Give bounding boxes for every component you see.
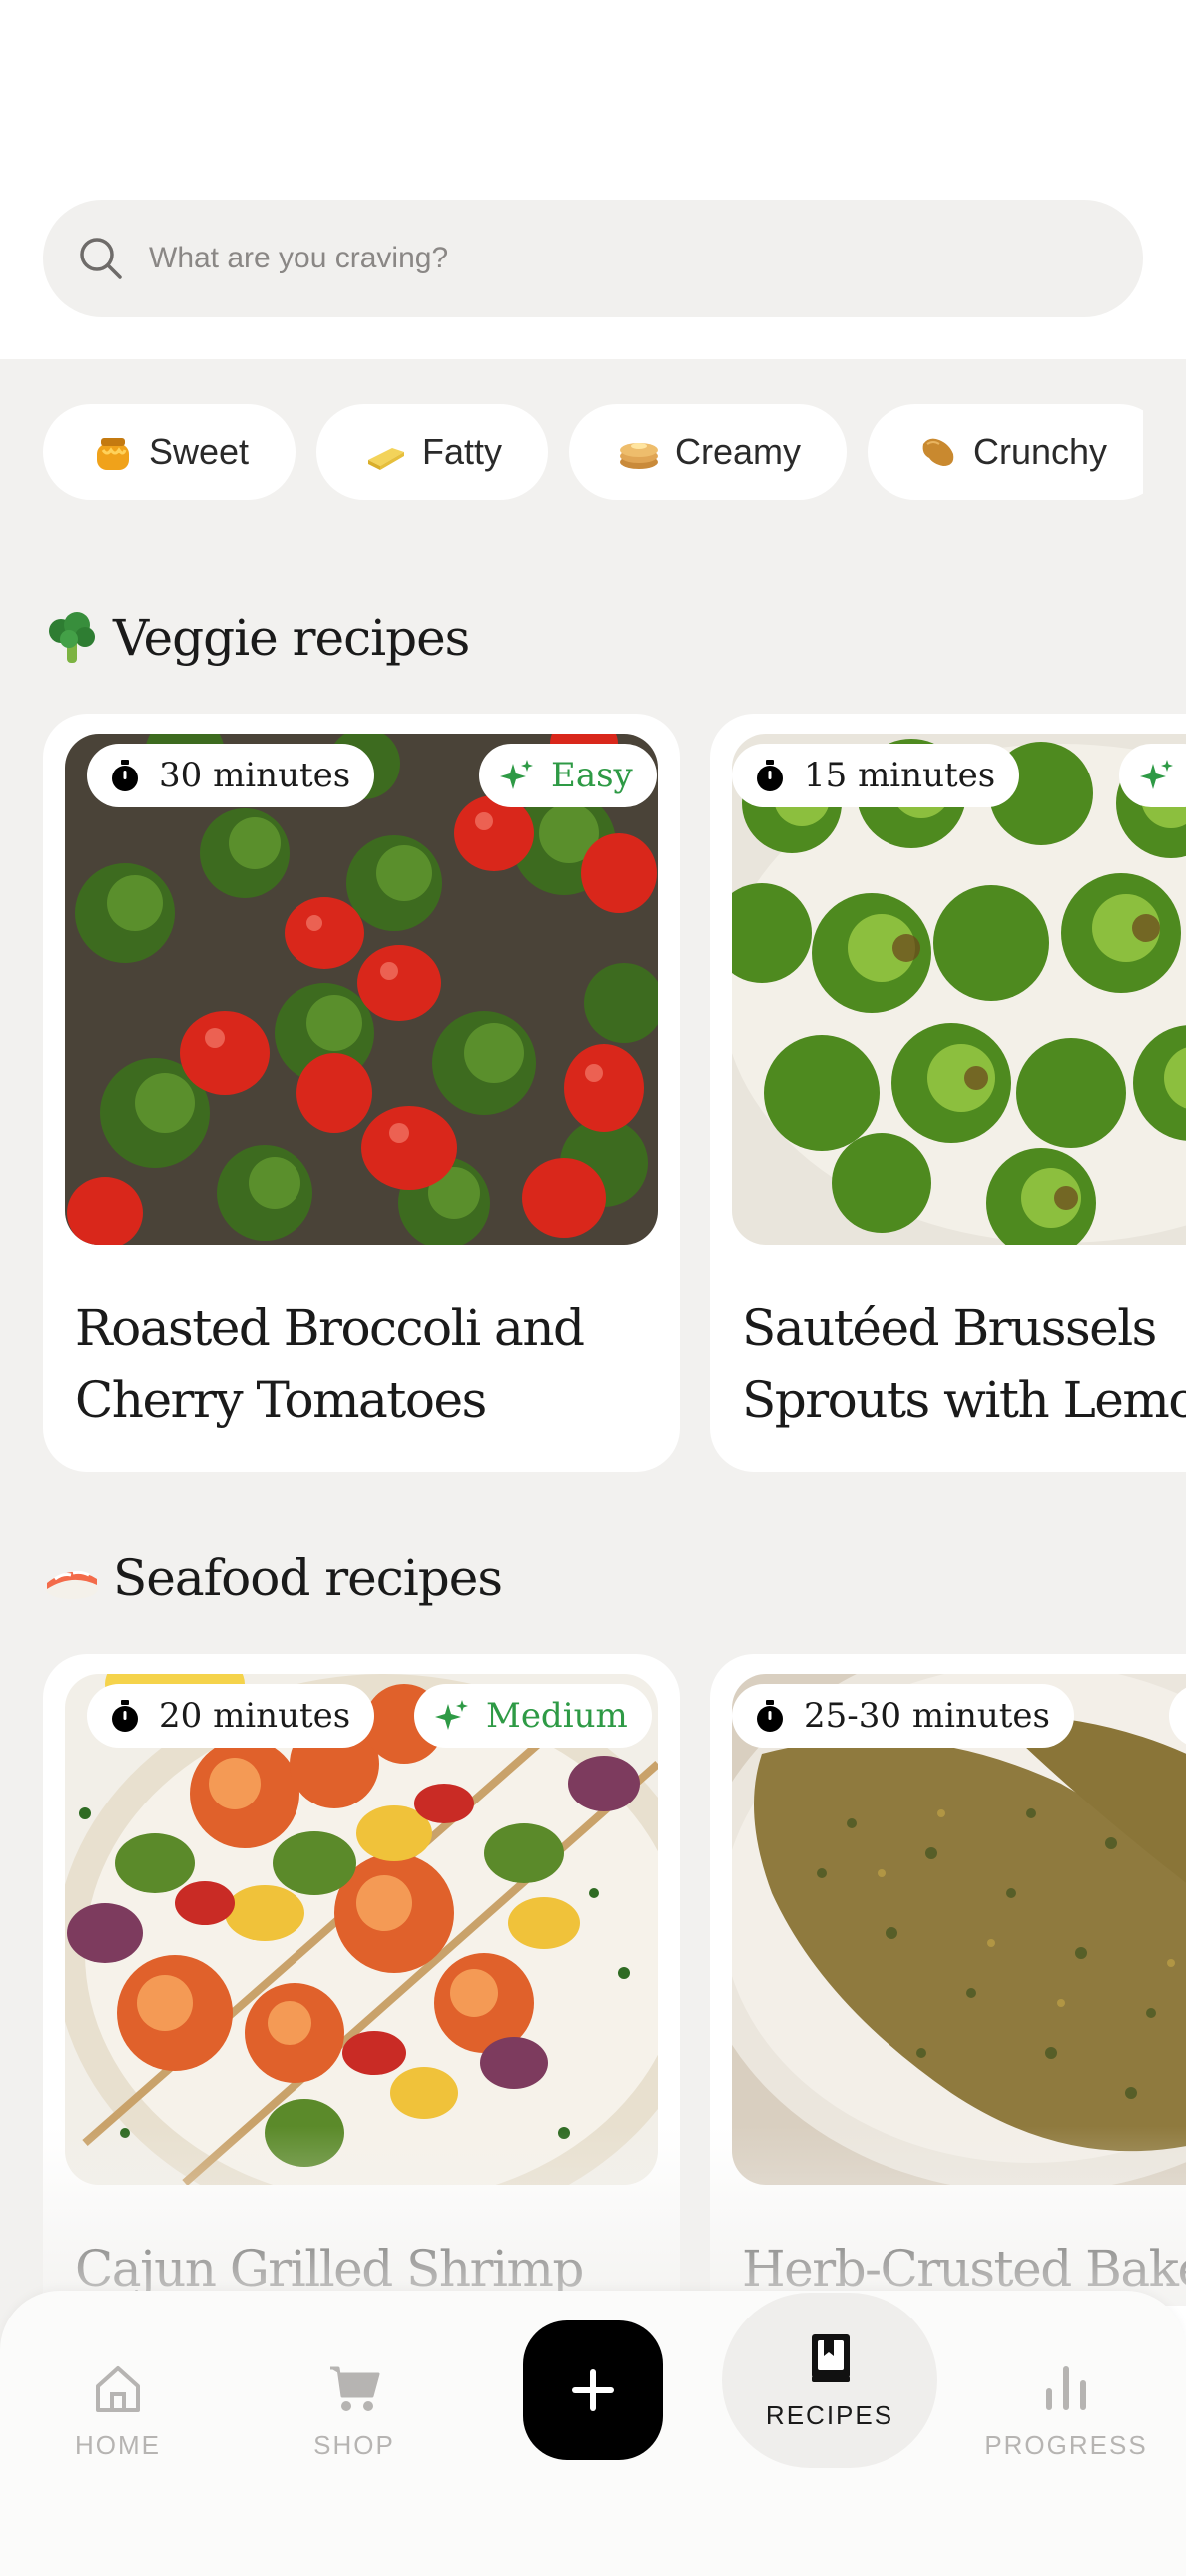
- nav-label: SHOP: [313, 2429, 395, 2460]
- sparkle-icon: [500, 760, 533, 789]
- chip-crunchy[interactable]: Crunchy: [868, 404, 1143, 500]
- nav-shop[interactable]: SHOP: [255, 2340, 454, 2480]
- filter-chips: Sweet Fatty Creamy Crunchy: [43, 404, 1143, 500]
- section-title-text: Veggie recipes: [113, 609, 470, 667]
- nav-home[interactable]: HOME: [18, 2340, 218, 2480]
- honey-pot-icon: [97, 438, 129, 470]
- chip-label: Creamy: [675, 431, 802, 472]
- sushi-icon: [46, 1570, 98, 1599]
- chip-creamy[interactable]: Creamy: [569, 404, 847, 500]
- difficulty-text: Medium: [486, 1696, 628, 1736]
- recipe-book-icon: [812, 2333, 850, 2382]
- butter-icon: [368, 448, 404, 470]
- recipe-photo: [65, 1674, 658, 2185]
- nav-label: HOME: [75, 2429, 161, 2460]
- section-title-text: Seafood recipes: [113, 1549, 503, 1607]
- home-icon: [96, 2365, 140, 2412]
- difficulty-text: Easy: [551, 756, 633, 795]
- bottom-nav: HOME SHOP RECIPES PROGRESS: [0, 2291, 1186, 2576]
- recipe-name: Sautéed Brussels Sprouts with Lemo: [742, 1292, 1186, 1436]
- bar-chart-icon: [1046, 2365, 1086, 2410]
- chip-label: Crunchy: [973, 431, 1108, 472]
- veggie-recipe-row: 30 minutes Easy Roasted Broccoli and Che…: [43, 714, 1186, 1492]
- recipe-card[interactable]: 30 minutes Easy Roasted Broccoli and Che…: [43, 714, 680, 1472]
- section-title-veggie: Veggie recipes: [43, 609, 470, 667]
- peanut-icon: [922, 438, 954, 466]
- stopwatch-icon: [112, 760, 138, 791]
- add-button[interactable]: [523, 2320, 663, 2460]
- recipe-photo: [65, 734, 658, 1245]
- time-text: 15 minutes: [804, 756, 996, 795]
- time-text: 30 minutes: [159, 756, 351, 795]
- plus-icon: [572, 2369, 614, 2411]
- time-badge: 25-30 minutes: [732, 1684, 1074, 1748]
- difficulty-badge: Easy: [479, 744, 657, 807]
- stopwatch-icon: [112, 1700, 138, 1732]
- sparkle-icon: [1140, 760, 1173, 789]
- recipe-name-line: Roasted Broccoli and: [75, 1299, 585, 1357]
- nav-label: RECIPES: [765, 2399, 894, 2430]
- search-bar[interactable]: [43, 200, 1143, 317]
- recipe-name-line: Cherry Tomatoes: [75, 1371, 487, 1429]
- chip-fatty[interactable]: Fatty: [316, 404, 548, 500]
- nav-progress[interactable]: PROGRESS: [966, 2340, 1166, 2480]
- time-text: 25-30 minutes: [804, 1696, 1050, 1736]
- time-badge: 20 minutes: [87, 1684, 375, 1748]
- stopwatch-icon: [757, 1700, 783, 1732]
- section-title-seafood: Seafood recipes: [43, 1549, 503, 1607]
- sparkle-icon: [435, 1700, 468, 1730]
- recipe-photo: [732, 734, 1186, 1245]
- stopwatch-icon: [757, 760, 783, 791]
- recipe-name: Roasted Broccoli and Cherry Tomatoes: [75, 1292, 674, 1436]
- difficulty-badge: [1119, 744, 1186, 807]
- recipe-card[interactable]: 15 minutes Sautéed Brussels Sprouts with…: [710, 714, 1186, 1472]
- broccoli-icon: [49, 612, 95, 663]
- time-badge: 15 minutes: [732, 744, 1020, 807]
- recipe-photo: [732, 1674, 1186, 2185]
- difficulty-badge: Medium: [414, 1684, 652, 1748]
- nav-recipes[interactable]: RECIPES: [722, 2293, 937, 2468]
- chip-label: Sweet: [149, 431, 250, 472]
- pancakes-icon: [620, 443, 658, 469]
- chip-sweet[interactable]: Sweet: [43, 404, 296, 500]
- chip-label: Fatty: [422, 431, 503, 472]
- time-badge: 30 minutes: [87, 744, 375, 807]
- recipe-name-line: Sprouts with Lemo: [742, 1371, 1186, 1429]
- cart-icon: [330, 2366, 380, 2411]
- search-icon: [80, 238, 122, 279]
- recipe-name-line: Sautéed Brussels: [742, 1299, 1157, 1357]
- search-input[interactable]: [149, 242, 1047, 275]
- time-text: 20 minutes: [159, 1696, 351, 1736]
- nav-label: PROGRESS: [984, 2429, 1148, 2460]
